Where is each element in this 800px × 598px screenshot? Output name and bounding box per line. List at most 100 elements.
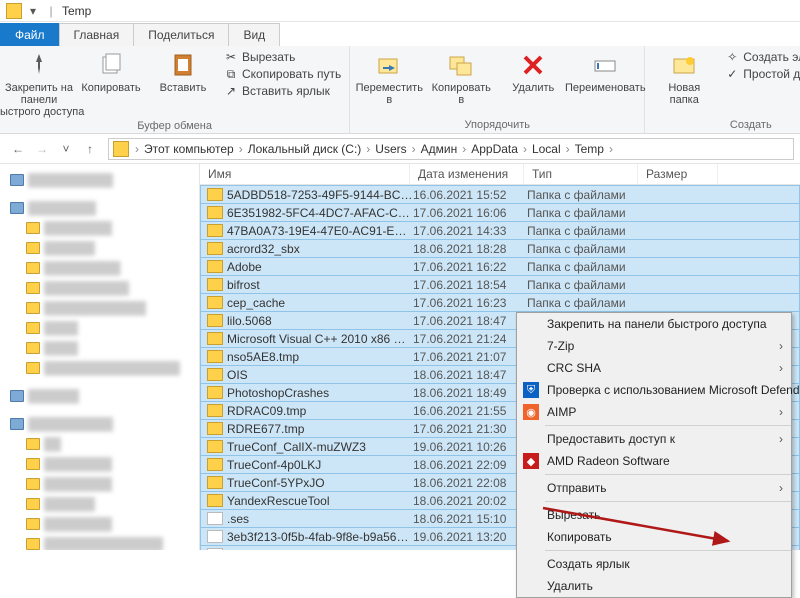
file-name: PhotoshopCrashes: [227, 386, 413, 400]
ctx-7zip[interactable]: 7-Zip›: [517, 335, 791, 357]
ctx-delete[interactable]: Удалить: [517, 575, 791, 597]
delete-icon: [518, 50, 548, 80]
file-name: OIS: [227, 368, 413, 382]
col-name[interactable]: Имя: [200, 164, 410, 184]
copypath-button[interactable]: ⧉Скопировать путь: [224, 67, 341, 81]
qat-save-icon[interactable]: ▾: [26, 4, 40, 18]
table-row[interactable]: cep_cache17.06.2021 16:23Папка с файлами: [200, 293, 800, 312]
file-name: TrueConf-5YPxJO: [227, 476, 413, 490]
folder-icon: [207, 242, 223, 255]
ctx-share[interactable]: Предоставить доступ к›: [517, 428, 791, 450]
file-name: nso5AE8.tmp: [227, 350, 413, 364]
copy-button[interactable]: Копировать: [80, 50, 142, 94]
ctx-copy[interactable]: Копировать: [517, 526, 791, 548]
moveto-button[interactable]: Переместить в: [358, 50, 420, 106]
ctx-aimp[interactable]: ◉AIMP›: [517, 401, 791, 423]
newfolder-button[interactable]: Новая папка: [653, 50, 715, 106]
breadcrumb[interactable]: › Этот компьютер›Локальный диск (C:)›Use…: [108, 138, 794, 160]
table-row[interactable]: 47BA0A73-19E4-47E0-AC91-ECD5D33E67...17.…: [200, 221, 800, 240]
breadcrumb-segment[interactable]: Users: [372, 142, 409, 156]
aimp-icon: ◉: [523, 404, 539, 420]
ctx-cut[interactable]: Вырезать: [517, 504, 791, 526]
file-date: 17.06.2021 21:30: [413, 422, 527, 436]
tab-view[interactable]: Вид: [228, 23, 280, 46]
ctx-crcsha[interactable]: CRC SHA›: [517, 357, 791, 379]
rename-icon: [590, 50, 620, 80]
file-type: Папка с файлами: [527, 278, 641, 292]
file-type: Папка с файлами: [527, 188, 641, 202]
file-date: 17.06.2021 16:22: [413, 260, 527, 274]
tab-home[interactable]: Главная: [59, 23, 135, 46]
nav-up[interactable]: ↑: [78, 137, 102, 161]
sidebar-nav[interactable]: ██████████ ████████ ████████ ██████ ████…: [0, 164, 200, 550]
col-size[interactable]: Размер: [638, 164, 718, 184]
breadcrumb-segment[interactable]: Temp: [572, 142, 607, 156]
easyaccess-button[interactable]: ✓Простой доступ ▾: [725, 67, 800, 81]
breadcrumb-segment[interactable]: AppData: [468, 142, 521, 156]
group-new: Новая папка ✧Создать элемент ▾ ✓Простой …: [645, 46, 800, 133]
file-date: 17.06.2021 18:54: [413, 278, 527, 292]
folder-icon: [207, 296, 223, 309]
table-row[interactable]: 6E351982-5FC4-4DC7-AFAC-C0208469E2...17.…: [200, 203, 800, 222]
file-date: 17.06.2021 18:47: [413, 314, 527, 328]
chevron-right-icon: ›: [779, 432, 783, 446]
pin-button[interactable]: Закрепить на панели быстрого доступа: [8, 50, 70, 118]
group-label: Упорядочить: [358, 117, 636, 131]
paste-button[interactable]: Вставить: [152, 50, 214, 94]
tab-file[interactable]: Файл: [0, 23, 60, 46]
file-date: 18.06.2021 18:49: [413, 386, 527, 400]
copyto-button[interactable]: Копировать в: [430, 50, 492, 106]
breadcrumb-segment[interactable]: Этот компьютер: [141, 142, 237, 156]
copy-icon: [96, 50, 126, 80]
chevron-right-icon: ›: [779, 339, 783, 353]
file-date: 17.06.2021 16:06: [413, 206, 527, 220]
delete-button[interactable]: Удалить: [502, 50, 564, 94]
nav-forward[interactable]: →: [30, 137, 54, 161]
file-date: 17.06.2021 14:33: [413, 224, 527, 238]
paste-icon: [168, 50, 198, 80]
table-row[interactable]: Adobe17.06.2021 16:22Папка с файлами: [200, 257, 800, 276]
cut-button[interactable]: ✂Вырезать: [224, 50, 341, 64]
table-row[interactable]: 5ADBD518-7253-49F5-9144-BCA62137D57816.0…: [200, 185, 800, 204]
table-row[interactable]: acrord32_sbx18.06.2021 18:28Папка с файл…: [200, 239, 800, 258]
menu-separator: [545, 474, 791, 475]
table-row[interactable]: bifrost17.06.2021 18:54Папка с файлами: [200, 275, 800, 294]
file-date: 18.06.2021 18:28: [413, 242, 527, 256]
ctx-pin[interactable]: Закрепить на панели быстрого доступа: [517, 313, 791, 335]
breadcrumb-segment[interactable]: Локальный диск (C:): [245, 142, 365, 156]
col-date[interactable]: Дата изменения: [410, 164, 524, 184]
breadcrumb-segment[interactable]: Local: [529, 142, 564, 156]
file-name: RDRAC09.tmp: [227, 404, 413, 418]
ctx-shortcut[interactable]: Создать ярлык: [517, 553, 791, 575]
menu-separator: [545, 501, 791, 502]
pasteshortcut-button[interactable]: ↗Вставить ярлык: [224, 84, 341, 98]
ctx-sendto[interactable]: Отправить›: [517, 477, 791, 499]
chevron-right-icon: ›: [607, 142, 615, 156]
chevron-right-icon: ›: [779, 405, 783, 419]
ctx-defender[interactable]: ⛨Проверка с использованием Microsoft Def…: [517, 379, 791, 401]
group-organize: Переместить в Копировать в Удалить Переи…: [350, 46, 645, 133]
folder-icon: [207, 224, 223, 237]
file-date: 18.06.2021 18:47: [413, 368, 527, 382]
shortcut-icon: ↗: [224, 84, 238, 98]
file-name: YandexRescueTool: [227, 494, 413, 508]
newitem-button[interactable]: ✧Создать элемент ▾: [725, 50, 800, 64]
menu-separator: [545, 425, 791, 426]
folder-icon: [207, 404, 223, 417]
address-bar: ← → ˅ ↑ › Этот компьютер›Локальный диск …: [0, 134, 800, 164]
file-date: 17.06.2021 21:07: [413, 350, 527, 364]
nav-recent[interactable]: ˅: [54, 137, 78, 161]
rename-button[interactable]: Переименовать: [574, 50, 636, 94]
ctx-amd[interactable]: ◆AMD Radeon Software: [517, 450, 791, 472]
menu-separator: [545, 550, 791, 551]
breadcrumb-segment[interactable]: Админ: [418, 142, 461, 156]
nav-back[interactable]: ←: [6, 137, 30, 161]
folder-icon: [6, 3, 22, 19]
col-type[interactable]: Тип: [524, 164, 638, 184]
copypath-icon: ⧉: [224, 67, 238, 81]
file-date: 17.06.2021 21:24: [413, 332, 527, 346]
title-bar: ▾ | Temp: [0, 0, 800, 22]
folder-icon: [207, 476, 223, 489]
tab-share[interactable]: Поделиться: [133, 23, 229, 46]
folder-icon: [207, 350, 223, 363]
